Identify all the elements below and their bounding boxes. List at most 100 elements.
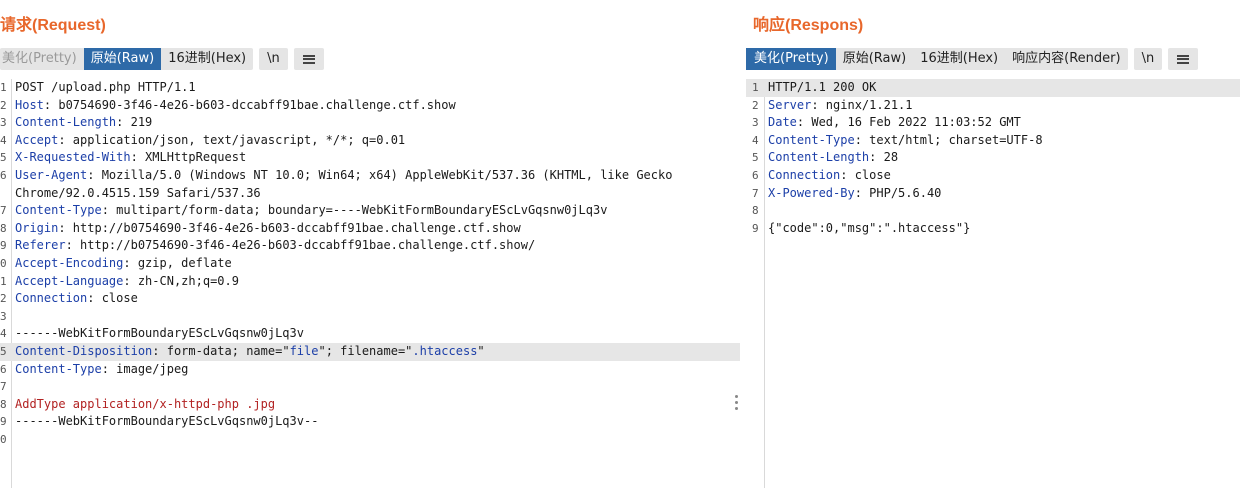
- line-text: Content-Disposition: form-data; name="fi…: [15, 343, 485, 361]
- code-line: 9 Referer: http://b0754690-3f46-4e26-b603…: [0, 237, 740, 255]
- line-text: ------WebKitFormBoundaryEScLvGqsnw0jLq3v: [15, 325, 304, 343]
- line-number: 2: [0, 292, 7, 306]
- line-number: 7: [0, 380, 7, 394]
- newline-toggle-button[interactable]: \n: [1133, 48, 1163, 70]
- tab-pretty[interactable]: 美化(Pretty): [746, 48, 836, 70]
- code-line: 7: [0, 378, 740, 396]
- request-editor[interactable]: 1 POST /upload.php HTTP/1.1 2 Host: b075469…: [0, 79, 740, 488]
- code-token: ------WebKitFormBoundaryEScLvGqsnw0jLq3v…: [15, 414, 319, 429]
- code-token: : multipart/form-data; boundary=----WebK…: [101, 203, 608, 218]
- header-name: User-Agent: [15, 167, 88, 182]
- line-number: 6: [0, 168, 7, 182]
- header-name: Content-Disposition: [15, 343, 153, 358]
- code-line: 6 User-Agent: Mozilla/5.0 (Windows NT 10.…: [0, 167, 740, 185]
- line-text: Accept: application/json, text/javascrip…: [15, 132, 405, 150]
- code-line: 6 Content-Type: image/jpeg: [0, 361, 740, 379]
- line-text: ------WebKitFormBoundaryEScLvGqsnw0jLq3v…: [15, 413, 318, 431]
- line-number: 6: [0, 362, 7, 376]
- tab-hex[interactable]: 16进制(Hex): [913, 48, 1005, 70]
- line-number: 0: [0, 432, 7, 446]
- code-line: 3 Date: Wed, 16 Feb 2022 11:03:52 GMT: [746, 114, 1240, 132]
- code-line: 2 Host: b0754690-3f46-4e26-b603-dccabff91…: [0, 97, 740, 115]
- code-token: : XMLHttpRequest: [130, 150, 247, 165]
- request-pane: 请求(Request) 美化(Pretty) 原始(Raw) 16进制(Hex)…: [0, 0, 740, 488]
- header-name: Content-Length: [768, 150, 870, 165]
- code-line: 4 Accept: application/json, text/javascri…: [0, 132, 740, 150]
- tab-raw[interactable]: 原始(Raw): [836, 48, 914, 70]
- line-number: 4: [0, 327, 7, 341]
- line-text: Date: Wed, 16 Feb 2022 11:03:52 GMT: [768, 114, 1021, 132]
- tab-hex[interactable]: 16进制(Hex): [161, 48, 253, 70]
- response-menu-button[interactable]: [1168, 48, 1199, 70]
- line-text: Content-Type: text/html; charset=UTF-8: [768, 132, 1043, 150]
- code-token: : close: [840, 167, 891, 182]
- line-number: 9: [0, 415, 7, 429]
- line-text: X-Powered-By: PHP/5.6.40: [768, 185, 941, 203]
- code-token: : zh-CN,zh;q=0.9: [123, 273, 239, 288]
- code-line: 0 Accept-Encoding: gzip, deflate: [0, 255, 740, 273]
- code-line: 8 AddType application/x-httpd-php .jpg: [0, 396, 740, 414]
- request-menu-button[interactable]: [293, 48, 324, 70]
- code-token: : Mozilla/5.0 (Windows NT 10.0; Win64; x…: [87, 167, 673, 182]
- code-line: 8: [746, 202, 1240, 220]
- line-text: Content-Length: 28: [768, 149, 898, 167]
- request-view-tabs: 美化(Pretty) 原始(Raw) 16进制(Hex): [0, 48, 254, 70]
- code-line: 6 Connection: close: [746, 167, 1240, 185]
- response-view-tabs: 美化(Pretty) 原始(Raw) 16进制(Hex) 响应内容(Render…: [746, 48, 1128, 70]
- line-text: {"code":0,"msg":".htaccess"}: [768, 220, 970, 238]
- more-options-icon[interactable]: [735, 395, 739, 413]
- request-toolbar: 美化(Pretty) 原始(Raw) 16进制(Hex) \n: [0, 48, 324, 70]
- code-token: : nginx/1.21.1: [811, 97, 913, 112]
- tab-raw[interactable]: 原始(Raw): [83, 48, 162, 70]
- tab-render[interactable]: 响应内容(Render): [1005, 48, 1127, 70]
- code-token: : image/jpeg: [101, 361, 189, 376]
- request-code: 1 POST /upload.php HTTP/1.1 2 Host: b075469…: [0, 79, 740, 448]
- line-number: 9: [0, 239, 7, 253]
- code-token: Chrome/92.0.4515.159 Safari/537.36: [15, 185, 261, 200]
- code-line: 3 Content-Length: 219: [0, 114, 740, 132]
- line-number: 3: [0, 309, 7, 323]
- code-token: ": [477, 343, 485, 358]
- line-number: 7: [0, 204, 7, 218]
- line-text: Chrome/92.0.4515.159 Safari/537.36: [15, 185, 261, 203]
- line-text: Accept-Encoding: gzip, deflate: [15, 255, 232, 273]
- code-line: 2 Server: nginx/1.21.1: [746, 97, 1240, 115]
- code-token: : application/json, text/javascript, */*…: [58, 132, 406, 147]
- code-token: : form-data; name=": [152, 343, 290, 358]
- line-text: Accept-Language: zh-CN,zh;q=0.9: [15, 273, 239, 291]
- line-text: X-Requested-With: XMLHttpRequest: [15, 149, 246, 167]
- header-name: Host: [15, 97, 44, 112]
- code-token: : gzip, deflate: [123, 255, 232, 270]
- header-name: Accept: [15, 132, 59, 147]
- header-name: Content-Type: [15, 361, 102, 376]
- header-name: Accept-Language: [15, 273, 124, 288]
- code-line: 5 X-Requested-With: XMLHttpRequest: [0, 149, 740, 167]
- tab-pretty[interactable]: 美化(Pretty): [0, 48, 84, 70]
- code-token: : http://b0754690-3f46-4e26-b603-dccabff…: [58, 220, 521, 235]
- code-line: 9 ------WebKitFormBoundaryEScLvGqsnw0jLq3…: [0, 413, 740, 431]
- code-line: 1 Accept-Language: zh-CN,zh;q=0.9: [0, 273, 740, 291]
- line-number: 8: [0, 397, 7, 411]
- line-text: HTTP/1.1 200 OK: [768, 79, 876, 97]
- response-editor[interactable]: 1 HTTP/1.1 200 OK 2 Server: nginx/1.21.1 3 Da…: [746, 79, 1240, 488]
- code-line: 2 Connection: close: [0, 290, 740, 308]
- line-number: 8: [752, 204, 759, 218]
- line-text: User-Agent: Mozilla/5.0 (Windows NT 10.0…: [15, 167, 672, 185]
- header-name: Content-Length: [15, 115, 117, 130]
- line-number: 3: [0, 116, 7, 130]
- response-pane: 响应(Respons) 美化(Pretty) 原始(Raw) 16进制(Hex)…: [746, 0, 1240, 488]
- code-token: .htaccess: [412, 343, 478, 358]
- code-line: 3: [0, 308, 740, 326]
- line-number: 5: [752, 151, 759, 165]
- code-token: {"code":0,"msg":".htaccess"}: [768, 220, 971, 235]
- line-text: Content-Length: 219: [15, 114, 152, 132]
- response-code: 1 HTTP/1.1 200 OK 2 Server: nginx/1.21.1 3 Da…: [746, 79, 1240, 237]
- code-token: : Wed, 16 Feb 2022 11:03:52 GMT: [796, 115, 1021, 130]
- code-line: 8 Origin: http://b0754690-3f46-4e26-b603-…: [0, 220, 740, 238]
- newline-toggle-button[interactable]: \n: [259, 48, 288, 70]
- line-text: Referer: http://b0754690-3f46-4e26-b603-…: [15, 237, 535, 255]
- code-line: 5 Content-Disposition: form-data; name="f…: [0, 342, 740, 361]
- header-name: Server: [768, 97, 812, 112]
- line-text: AddType application/x-httpd-php .jpg: [15, 396, 275, 414]
- code-line: 4 ------WebKitFormBoundaryEScLvGqsnw0jLq3…: [0, 325, 740, 343]
